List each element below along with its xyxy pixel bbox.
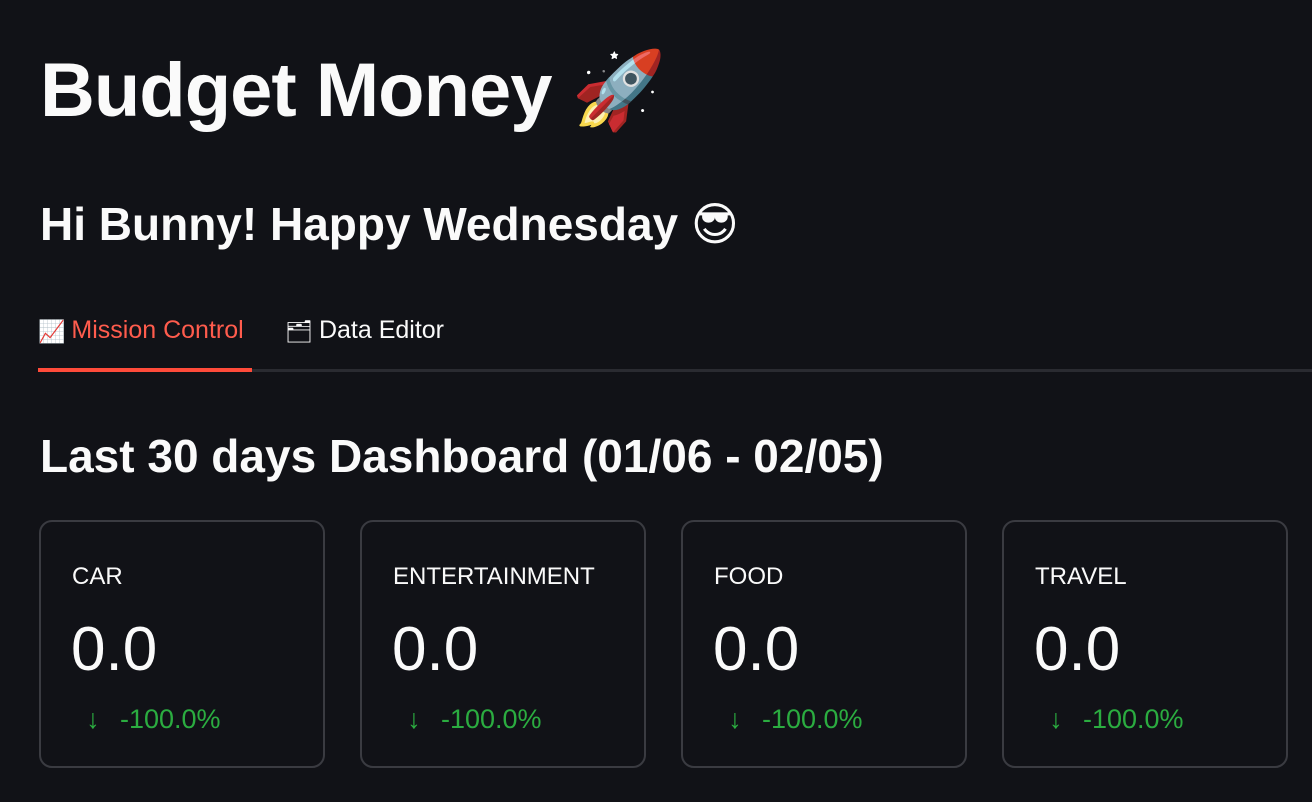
metric-card-car: CAR 0.0 ↓ -100.0% [39,520,325,768]
metric-delta-value: -100.0% [762,704,863,734]
selected-tab-indicator [38,368,252,372]
greeting-text: Hi Bunny! Happy Wednesday [40,198,679,250]
tab-data-editor-label: Data Editor [318,316,444,344]
metric-label: CAR [72,563,123,590]
metric-delta: ↓ -100.0% [718,702,863,736]
card-index-dividers-icon: 🗂 [285,320,313,345]
app-page: Budget Money 🚀 Hi Bunny! Happy Wednesday… [0,0,1312,802]
metric-delta-value: -100.0% [1083,704,1184,734]
chart-increasing-icon: 📈 [38,320,66,345]
metric-delta: ↓ -100.0% [397,702,542,736]
arrow-down-icon: ↓ [86,704,100,734]
tab-mission-control-label: Mission Control [71,316,244,344]
dashboard-heading: Last 30 days Dashboard (01/06 - 02/05) [40,430,884,482]
metric-delta-value: -100.0% [120,704,221,734]
page-title-text: Budget Money [40,48,553,133]
arrow-down-icon: ↓ [407,704,421,734]
metric-label: FOOD [714,563,784,590]
tab-mission-control[interactable]: 📈 Mission Control [38,310,244,350]
page-title: Budget Money 🚀 [40,44,667,137]
smiling-face-with-sunglasses-icon: 😎 [690,197,739,251]
metric-card-food: FOOD 0.0 ↓ -100.0% [681,520,967,768]
metric-delta-value: -100.0% [441,704,542,734]
metric-value: 0.0 [392,615,479,684]
metric-value: 0.0 [71,615,158,684]
metric-delta: ↓ -100.0% [1039,702,1184,736]
metric-value: 0.0 [1034,615,1121,684]
tab-bar: 📈 Mission Control 🗂 Data Editor [38,300,1312,372]
metric-card-entertainment: ENTERTAINMENT 0.0 ↓ -100.0% [360,520,646,768]
metric-card-travel: TRAVEL 0.0 ↓ -100.0% [1002,520,1288,768]
arrow-down-icon: ↓ [728,704,742,734]
metric-label: TRAVEL [1035,563,1127,590]
metric-value: 0.0 [713,615,800,684]
rocket-icon: 🚀 [571,45,667,134]
arrow-down-icon: ↓ [1049,704,1063,734]
metric-label: ENTERTAINMENT [393,563,595,590]
greeting-heading: Hi Bunny! Happy Wednesday 😎 [40,194,739,254]
tab-data-editor[interactable]: 🗂 Data Editor [285,310,444,350]
metric-delta: ↓ -100.0% [76,702,221,736]
